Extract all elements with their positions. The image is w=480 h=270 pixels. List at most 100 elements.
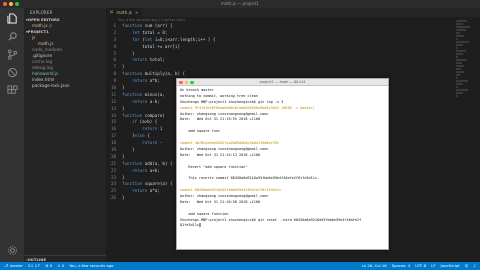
branch-indicator[interactable]: ⎇ master [4,262,23,270]
code-text: return a-b; [132,98,160,104]
editor-tabbar: JS math.js × [106,8,480,17]
blame-status[interactable]: You, a few seconds ago [69,262,113,270]
terminal-title: project1 — -bash — 80×24 [259,80,306,84]
open-editor-file: math.js [32,23,48,28]
eol-setting[interactable]: LF [431,262,435,270]
code-text: } [122,85,125,91]
code-line[interactable]: 5 } [106,51,215,58]
encoding[interactable]: UTF-8 [415,262,426,270]
line-number: 5 [113,50,116,56]
activity-bar [0,8,24,262]
branch-name: master [9,263,23,268]
minimap[interactable] [456,20,474,260]
terminal-titlebar: project1 — -bash — 80×24 [177,79,388,86]
terminal-output[interactable]: On branch master nothing to commit, worki… [177,86,388,231]
line-number: 26 [110,195,116,201]
code-text: function minus(a, [122,91,165,97]
code-text: } [122,195,125,201]
tree-item-label: cache.log [32,59,53,64]
code-text: } [122,64,125,70]
window-titlebar: math.js — project1 [0,0,480,8]
code-line[interactable]: 1 function sum (arr) { [106,23,215,30]
terminal-minimize-button[interactable] [184,80,188,84]
line-number: 11 [110,91,116,97]
bell-icon[interactable]: ♪ [474,262,476,270]
files-icon[interactable] [6,12,18,24]
tab-math-js[interactable]: JS math.js × [106,8,143,17]
window-title: math.js — project1 [221,1,259,6]
tree-item-label: node_modules [32,47,63,52]
code-text: return - [142,140,163,146]
codelens-blame[interactable]: You, a few seconds ago | 1 author (You) [118,18,185,22]
line-number: 7 [113,64,116,70]
line-number: 24 [110,181,116,187]
line-number: 23 [110,174,116,180]
line-number: 10 [110,85,116,91]
code-text: } [122,153,125,159]
tree-item-label: helloworld.js [32,71,59,76]
code-text: } [122,147,135,153]
code-line[interactable]: 7} [106,64,215,71]
code-text: return total; [132,57,165,63]
line-number: 4 [113,43,116,49]
terminal-line: Shuchengs-MBP:project1 shuchengscsb$ git… [180,217,362,222]
settings-gear-icon[interactable] [6,244,18,256]
indent-setting[interactable]: Spaces: 4 [392,262,410,270]
warning-count[interactable]: ⚠ 0 [57,262,64,270]
tab-label: math.js [116,10,132,15]
smiley-icon[interactable]: ☺ [465,262,469,270]
search-icon[interactable] [6,30,18,42]
code-text: total += arr[i] [122,43,180,49]
js-file-icon: JS [110,10,114,14]
tree-item-label: math.js [38,41,54,46]
code-line[interactable]: 4 total += arr[i] [106,44,215,51]
line-number: 12 [110,98,116,104]
terminal-zoom-button[interactable] [190,80,194,84]
file-tree: js math.js node_modules .gitignore cache.log… [24,35,106,89]
tree-item-label: index.html [32,77,55,82]
cursor-position[interactable]: Ln 26, Col 16 [362,262,387,270]
explorer-header: EXPLORER [30,10,53,15]
code-text: } [122,174,125,180]
terminal-close-button[interactable] [179,80,183,84]
code-text: } [122,105,125,111]
tree-item-label: js [32,35,36,40]
code-line[interactable]: 2 let total = 0; [106,30,215,37]
line-number: 15 [110,119,116,125]
outline-section[interactable]: ›OUTLINE [24,255,106,262]
extensions-icon[interactable] [6,84,18,96]
code-text: } [122,50,135,56]
line-number: 25 [110,188,116,194]
line-number: 8 [113,71,116,77]
language-mode[interactable]: JavaScript [441,262,460,270]
line-number: 21 [110,160,116,166]
debug-icon[interactable] [6,66,18,78]
error-count[interactable]: ⊗ 0 [45,262,52,270]
line-number: 20 [110,153,116,159]
explorer-sidebar: EXPLORER ▾OPEN EDITORS math.js js ▾PROJE… [24,8,106,262]
code-line[interactable]: 6 return total; [106,57,215,64]
line-number: 17 [110,133,116,139]
line-number: 16 [110,126,116,132]
code-text: function compare( [122,112,165,118]
project-label: PROJECT1 [27,29,49,34]
code-text: return a+b; [132,167,160,173]
line-number: 3 [113,36,116,42]
line-number: 9 [113,78,116,84]
close-tab-icon[interactable]: × [135,8,138,17]
code-text: function sum (arr) { [122,23,173,28]
terminal-window[interactable]: project1 — -bash — 80×24 On branch maste… [176,78,389,250]
source-control-icon[interactable] [6,48,18,60]
code-line[interactable]: 3 for (let i=0;i<arr.length;i++ ) { [106,37,215,44]
line-number: 2 [113,29,116,35]
sync-status[interactable]: 0↓ 1↑ [28,262,40,270]
line-number: 1 [113,23,116,28]
status-bar: ⎇ master 0↓ 1↑ ⊗ 0 ⚠ 0 You, a few second… [0,262,480,270]
line-number: 19 [110,147,116,153]
tree-item-label: .gitignore [32,53,53,58]
tree-item-label: package-lock.json [32,83,70,88]
line-number: 6 [113,57,116,63]
tree-item[interactable]: package-lock.json [24,83,106,89]
line-number: 22 [110,167,116,173]
code-text: function add(a, b) { [122,160,173,166]
